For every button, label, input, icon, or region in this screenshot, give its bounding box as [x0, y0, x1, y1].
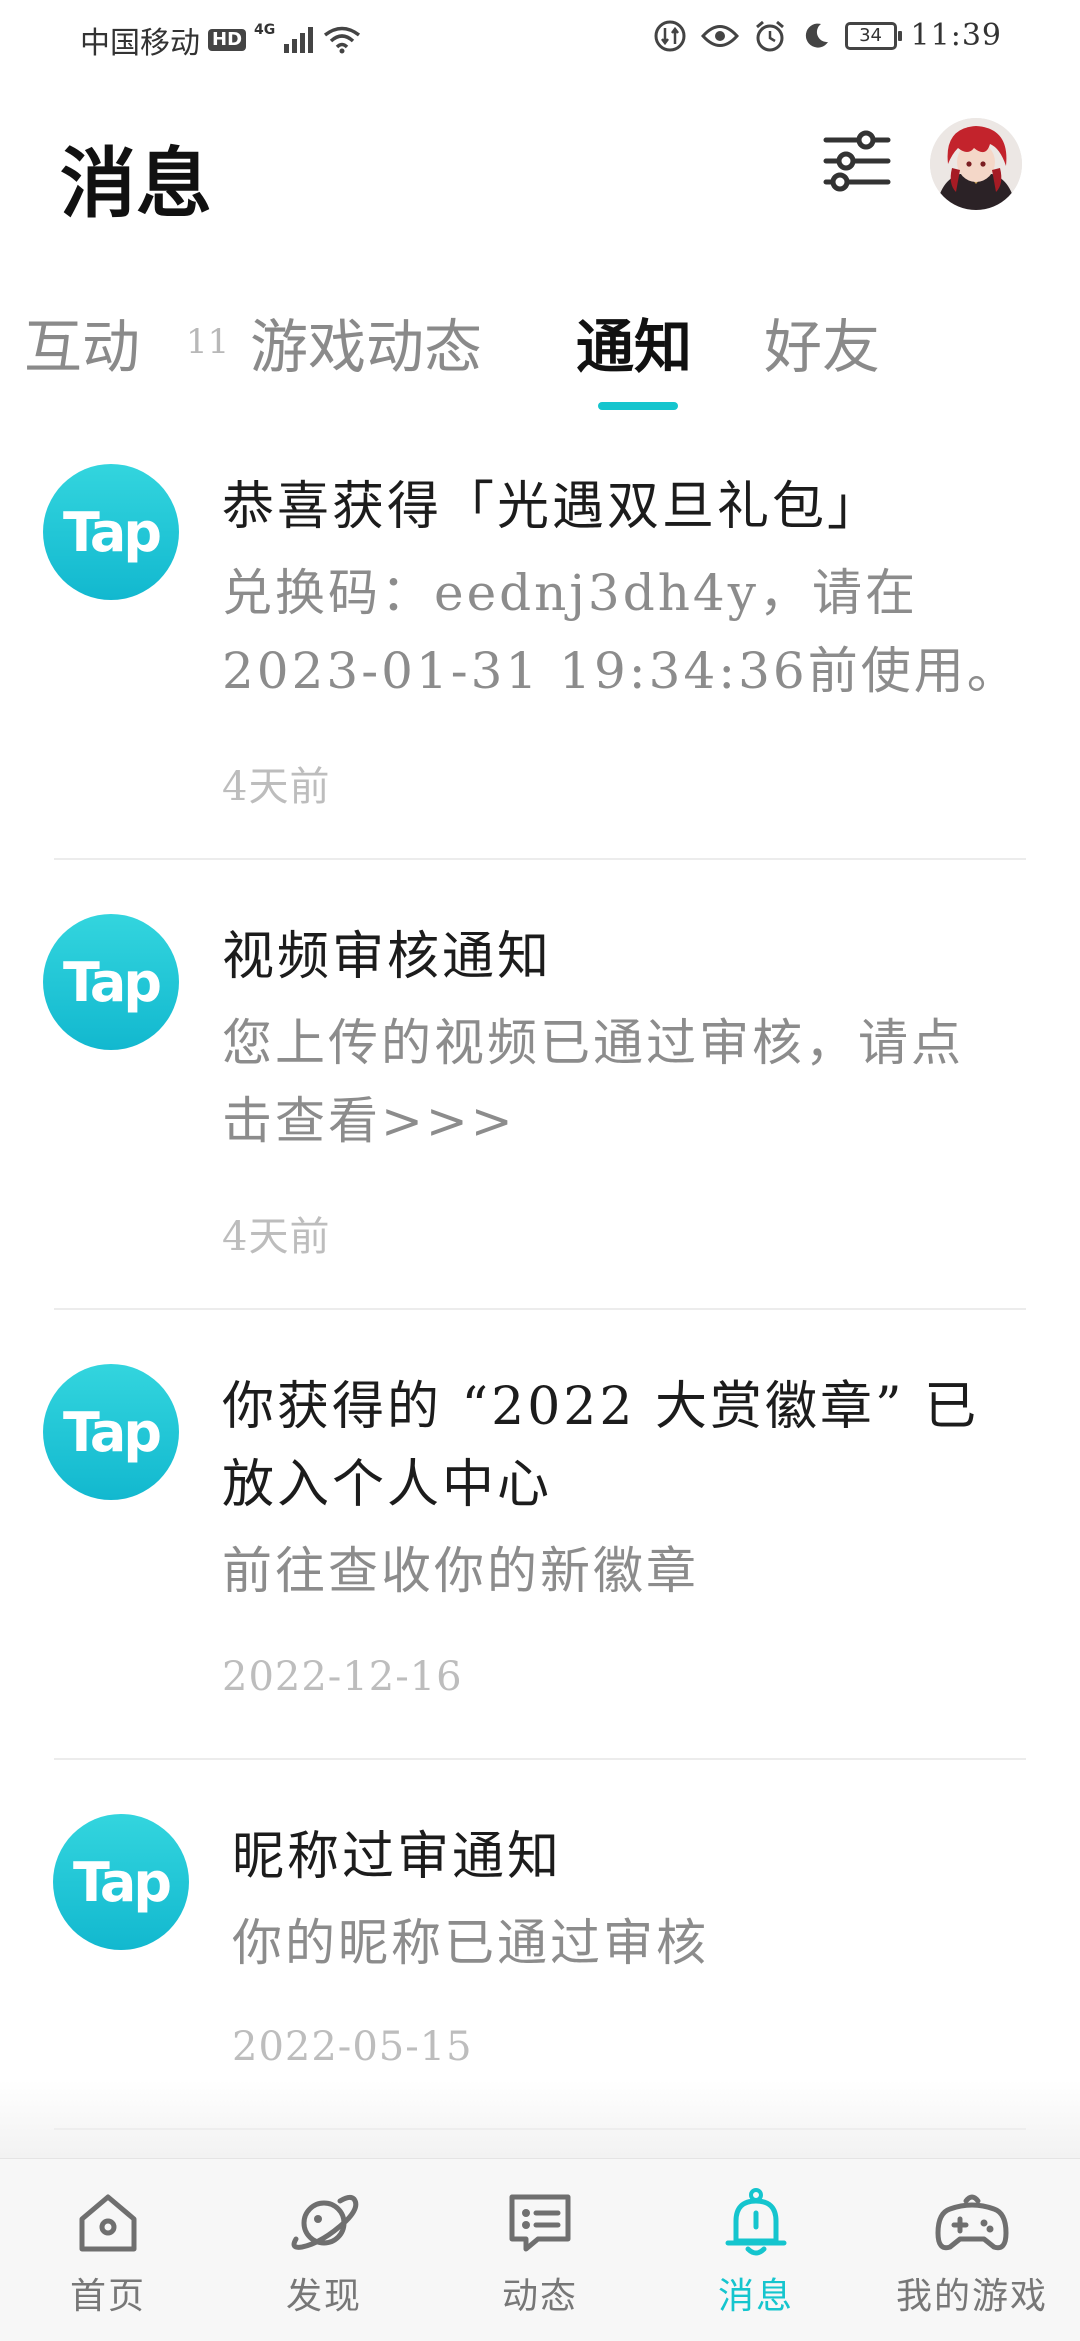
hd-badge: HD [208, 29, 247, 51]
signal-icon [284, 27, 314, 53]
bottom-navigation: 首页 发现 动态 消息 我的游戏 [0, 2158, 1080, 2341]
notification-time: 2022-05-15 [232, 2024, 473, 2070]
clock: 11:39 [910, 18, 1002, 53]
tab-label: 通知 [576, 313, 693, 381]
notification-body: 击查看>>> [222, 1092, 516, 1150]
page-title: 消息 [60, 139, 212, 228]
alarm-icon [755, 20, 784, 51]
divider [54, 1308, 1026, 1310]
network-type: 4G [254, 22, 276, 38]
nav-feed[interactable]: 动态 [460, 2187, 620, 2327]
notification-title: 昵称过审通知 [232, 1827, 563, 1887]
notification-item[interactable]: Tap 你获得的 “2022 大赏徽章” 已 放入个人中心 前往查收你的新徽章 … [0, 1360, 1080, 1760]
list-fade [0, 2080, 1080, 2160]
tab-interaction[interactable]: 互动 11 [24, 300, 229, 384]
notification-item[interactable]: Tap 恭喜获得「光遇双旦礼包」 兑换码：eednj3dh4y，请在 2023-… [0, 460, 1080, 860]
notification-body: 2023-01-31 19:34:36前使用。 [222, 642, 1020, 700]
moon-icon [805, 23, 828, 48]
home-icon [79, 2194, 137, 2252]
bell-icon [725, 2188, 787, 2256]
carrier-label: 中国移动 [80, 26, 200, 61]
notification-body: 你的昵称已通过审核 [232, 1914, 709, 1972]
status-left: 中国移动 HD 4G [80, 18, 361, 62]
wifi-icon [324, 26, 361, 54]
chat-card-icon [509, 2194, 571, 2252]
taptap-logo-icon: Tap [53, 1814, 189, 1950]
divider [54, 1758, 1026, 1760]
nav-label: 消息 [717, 2276, 794, 2317]
nav-label: 我的游戏 [895, 2276, 1048, 2317]
nav-my-games[interactable]: 我的游戏 [892, 2187, 1052, 2327]
taptap-logo-icon: Tap [43, 464, 179, 600]
battery-indicator: 34 [844, 21, 902, 50]
tab-badge-count: 11 [186, 322, 230, 362]
avatar-image [930, 118, 1022, 210]
notification-body: 您上传的视频已通过审核，请点 [222, 1014, 964, 1072]
tab-label: 好友 [764, 313, 881, 381]
notification-title: 放入个人中心 [222, 1455, 553, 1515]
nav-home[interactable]: 首页 [28, 2187, 188, 2327]
user-avatar[interactable] [930, 118, 1022, 210]
notification-time: 4天前 [222, 764, 331, 810]
nav-label: 首页 [69, 2276, 146, 2317]
notification-title: 恭喜获得「光遇双旦礼包」 [222, 477, 883, 537]
message-tabs: 互动 11 游戏动态 通知 好友 [0, 300, 1080, 420]
gamepad-icon [935, 2194, 1009, 2251]
divider [54, 858, 1026, 860]
nav-label: 发现 [285, 2276, 362, 2317]
data-transfer-icon [654, 20, 686, 51]
tab-label: 互动 [24, 313, 141, 381]
taptap-logo-icon: Tap [43, 1364, 179, 1500]
battery-level: 34 [859, 24, 882, 46]
nav-discover[interactable]: 发现 [244, 2187, 404, 2327]
notification-time: 2022-12-16 [222, 1654, 463, 1700]
taptap-logo-icon: Tap [43, 914, 179, 1050]
notification-title: 你获得的 “2022 大赏徽章” 已 [222, 1377, 980, 1437]
notification-item[interactable]: Tap 视频审核通知 您上传的视频已通过审核，请点 击查看>>> 4天前 [0, 910, 1080, 1310]
status-bar: 中国移动 HD 4G 34 11:39 [0, 0, 1080, 80]
planet-icon [291, 2194, 359, 2250]
notification-title: 视频审核通知 [222, 927, 553, 987]
tab-notifications[interactable]: 通知 [576, 300, 692, 384]
nav-label: 动态 [501, 2276, 578, 2317]
notification-body: 兑换码：eednj3dh4y，请在 [222, 564, 918, 622]
tab-label: 游戏动态 [250, 313, 483, 381]
notification-body: 前往查收你的新徽章 [222, 1542, 699, 1600]
nav-messages[interactable]: 消息 [676, 2187, 836, 2327]
filter-settings-button[interactable] [822, 126, 892, 196]
tab-friends[interactable]: 好友 [764, 300, 880, 384]
tab-game-updates[interactable]: 游戏动态 [250, 300, 482, 384]
sliders-icon [823, 130, 891, 192]
active-tab-indicator [598, 402, 678, 410]
notification-time: 4天前 [222, 1214, 331, 1260]
eye-comfort-icon [700, 24, 739, 47]
status-right: 34 11:39 [653, 18, 1002, 53]
